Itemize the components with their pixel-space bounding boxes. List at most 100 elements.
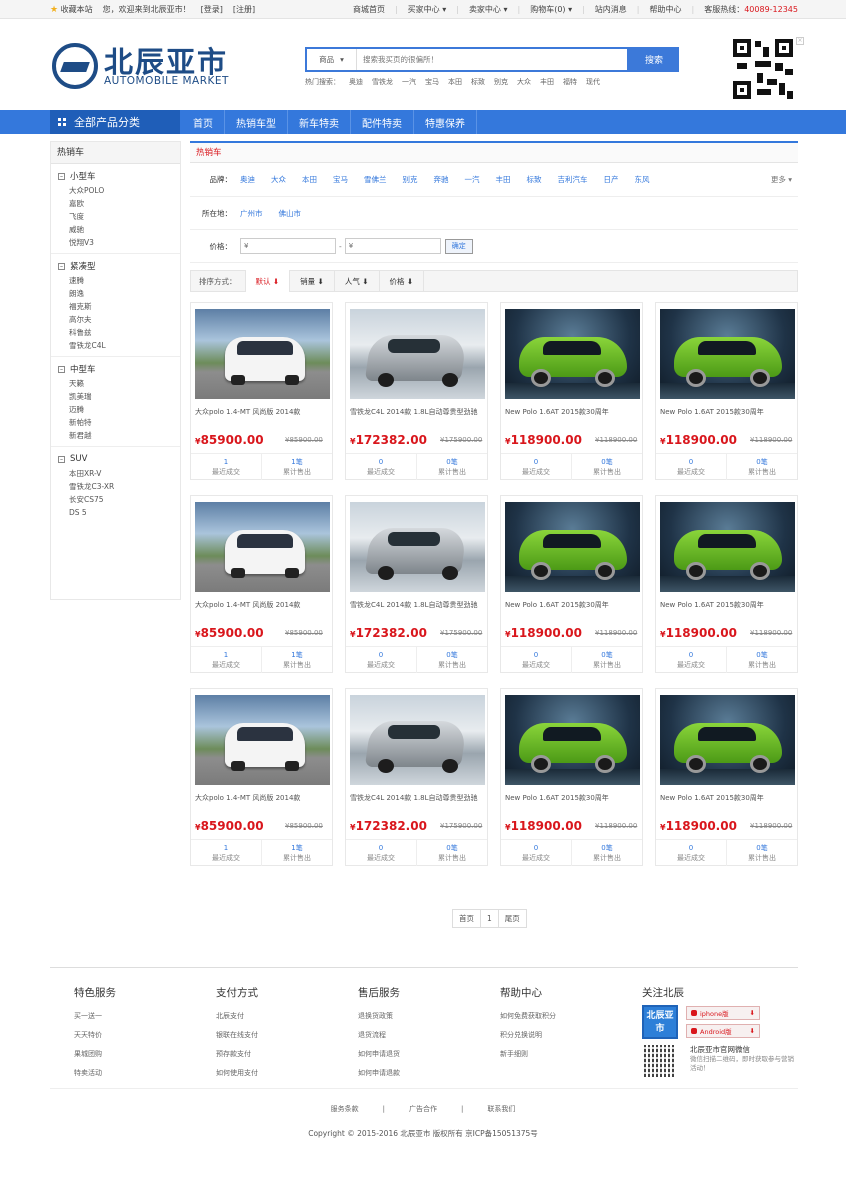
product-card[interactable]: New Polo 1.6AT 2015款30周年 ¥118900.00 ¥11890…	[500, 688, 643, 866]
hot-word[interactable]: 丰田	[540, 77, 554, 87]
search-input[interactable]	[357, 49, 627, 70]
sidebar-item[interactable]: 速腾	[58, 274, 180, 287]
product-card[interactable]: 大众polo 1.4-MT 风尚版 2014款 ¥85900.00 ¥85900.0…	[190, 302, 333, 480]
top-link-buyer[interactable]: 买家中心 ▾	[408, 4, 447, 15]
car-image[interactable]	[505, 309, 640, 399]
all-categories-button[interactable]: 全部产品分类	[50, 110, 180, 134]
footer-link[interactable]: 银联在线支付	[216, 1026, 346, 1045]
car-image[interactable]	[505, 695, 640, 785]
brand-option[interactable]: 日产	[604, 174, 619, 185]
hot-word[interactable]: 雪铁龙	[372, 77, 393, 87]
footer-link-terms[interactable]: 服务条款	[331, 1105, 359, 1113]
hot-word[interactable]: 大众	[517, 77, 531, 87]
sidebar-item[interactable]: 迈腾	[58, 403, 180, 416]
sidebar-item[interactable]: 本田XR-V	[58, 467, 180, 480]
sidebar-item[interactable]: 雪铁龙C3-XR	[58, 480, 180, 493]
product-card[interactable]: 大众polo 1.4-MT 风尚版 2014款 ¥85900.00 ¥85900.0…	[190, 495, 333, 673]
sidebar-item[interactable]: DS 5	[58, 506, 180, 519]
car-image[interactable]	[660, 502, 795, 592]
hot-word[interactable]: 福特	[563, 77, 577, 87]
nav-maintenance[interactable]: 特惠保养	[414, 110, 477, 134]
brand-option[interactable]: 一汽	[465, 174, 480, 185]
sidebar-item[interactable]: 飞度	[58, 210, 180, 223]
car-image[interactable]	[660, 309, 795, 399]
car-image[interactable]	[350, 695, 485, 785]
price-ok-button[interactable]: 确定	[444, 238, 473, 254]
product-card[interactable]: 雪铁龙C4L 2014款 1.8L自动尊贵型劲驰 ¥172382.00 ¥17590…	[345, 302, 488, 480]
sidebar-item[interactable]: 威驰	[58, 223, 180, 236]
login-link[interactable]: [登录]	[201, 4, 223, 15]
product-card[interactable]: New Polo 1.6AT 2015款30周年 ¥118900.00 ¥11890…	[655, 302, 798, 480]
car-image[interactable]	[195, 309, 330, 399]
sidebar-item[interactable]: 凯美瑞	[58, 390, 180, 403]
sidebar-item[interactable]: 新帕特	[58, 416, 180, 429]
nav-new-car-sale[interactable]: 新车特卖	[288, 110, 351, 134]
page-number[interactable]: 1	[481, 910, 499, 927]
hot-word[interactable]: 奥迪	[349, 77, 363, 87]
sort-popularity[interactable]: 人气 ⬇	[333, 270, 379, 292]
product-name[interactable]: 大众polo 1.4-MT 风尚版 2014款	[195, 407, 330, 429]
location-option[interactable]: 佛山市	[279, 208, 302, 219]
footer-link[interactable]: 果城团购	[74, 1045, 204, 1064]
footer-link[interactable]: 北辰支付	[216, 1007, 346, 1026]
footer-link[interactable]: 积分兑换说明	[500, 1026, 630, 1045]
footer-link[interactable]: 买一送一	[74, 1007, 204, 1026]
brand-option[interactable]: 奥迪	[240, 174, 255, 185]
top-link-messages[interactable]: 站内消息	[595, 4, 627, 15]
sidebar-item[interactable]: 新君越	[58, 429, 180, 442]
product-card[interactable]: New Polo 1.6AT 2015款30周年 ¥118900.00 ¥11890…	[500, 302, 643, 480]
sidebar-group-title[interactable]: – 中型车	[58, 361, 180, 377]
brand-option[interactable]: 宝马	[333, 174, 348, 185]
search-category-select[interactable]: 商品 ▾	[307, 49, 357, 70]
sidebar-item[interactable]: 科鲁兹	[58, 326, 180, 339]
car-image[interactable]	[195, 502, 330, 592]
top-link-cart[interactable]: 购物车(0) ▾	[530, 4, 572, 15]
footer-link[interactable]: 如何使用支付	[216, 1064, 346, 1083]
brand-option[interactable]: 本田	[302, 174, 317, 185]
product-name[interactable]: 雪铁龙C4L 2014款 1.8L自动尊贵型劲驰	[350, 407, 485, 429]
sidebar-item[interactable]: 天籁	[58, 377, 180, 390]
hot-word[interactable]: 标致	[471, 77, 485, 87]
product-card[interactable]: 雪铁龙C4L 2014款 1.8L自动尊贵型劲驰 ¥172382.00 ¥17590…	[345, 495, 488, 673]
sidebar-item[interactable]: 高尔夫	[58, 313, 180, 326]
favorite-link[interactable]: 收藏本站	[61, 5, 93, 14]
footer-link[interactable]: 天天特价	[74, 1026, 204, 1045]
brand-option[interactable]: 别克	[403, 174, 418, 185]
hot-word[interactable]: 宝马	[425, 77, 439, 87]
product-name[interactable]: 雪铁龙C4L 2014款 1.8L自动尊贵型劲驰	[350, 600, 485, 622]
car-image[interactable]	[505, 502, 640, 592]
sort-price[interactable]: 价格 ⬇	[378, 270, 425, 292]
sidebar-item[interactable]: 悦翔V3	[58, 236, 180, 249]
car-image[interactable]	[350, 502, 485, 592]
product-name[interactable]: 大众polo 1.4-MT 风尚版 2014款	[195, 793, 330, 815]
car-image[interactable]	[660, 695, 795, 785]
product-name[interactable]: New Polo 1.6AT 2015款30周年	[660, 793, 795, 815]
car-image[interactable]	[195, 695, 330, 785]
hot-word[interactable]: 本田	[448, 77, 462, 87]
nav-parts-sale[interactable]: 配件特卖	[351, 110, 414, 134]
footer-link[interactable]: 如何免费获取积分	[500, 1007, 630, 1026]
product-card[interactable]: New Polo 1.6AT 2015款30周年 ¥118900.00 ¥11890…	[655, 688, 798, 866]
nav-hot-models[interactable]: 热销车型	[225, 110, 288, 134]
brand-option[interactable]: 奔驰	[434, 174, 449, 185]
footer-link[interactable]: 预存款支付	[216, 1045, 346, 1064]
sidebar-item[interactable]: 嘉欧	[58, 197, 180, 210]
product-name[interactable]: New Polo 1.6AT 2015款30周年	[505, 407, 640, 429]
search-button[interactable]: 搜索	[629, 47, 679, 72]
product-name[interactable]: 大众polo 1.4-MT 风尚版 2014款	[195, 600, 330, 622]
product-name[interactable]: New Polo 1.6AT 2015款30周年	[660, 407, 795, 429]
top-link-home[interactable]: 商城首页	[353, 4, 385, 15]
android-download-button[interactable]: Android版 ⬇	[686, 1024, 760, 1038]
product-name[interactable]: New Polo 1.6AT 2015款30周年	[505, 600, 640, 622]
sidebar-item[interactable]: 大众POLO	[58, 184, 180, 197]
sidebar-group-title[interactable]: – 小型车	[58, 168, 180, 184]
car-image[interactable]	[350, 309, 485, 399]
product-card[interactable]: 大众polo 1.4-MT 风尚版 2014款 ¥85900.00 ¥85900.0…	[190, 688, 333, 866]
nav-home[interactable]: 首页	[182, 110, 225, 134]
hot-word[interactable]: 现代	[586, 77, 600, 87]
hot-word[interactable]: 别克	[494, 77, 508, 87]
sidebar-item[interactable]: 长安CS75	[58, 493, 180, 506]
top-link-seller[interactable]: 卖家中心 ▾	[469, 4, 508, 15]
brand-option[interactable]: 东风	[635, 174, 650, 185]
product-card[interactable]: 雪铁龙C4L 2014款 1.8L自动尊贵型劲驰 ¥172382.00 ¥17590…	[345, 688, 488, 866]
